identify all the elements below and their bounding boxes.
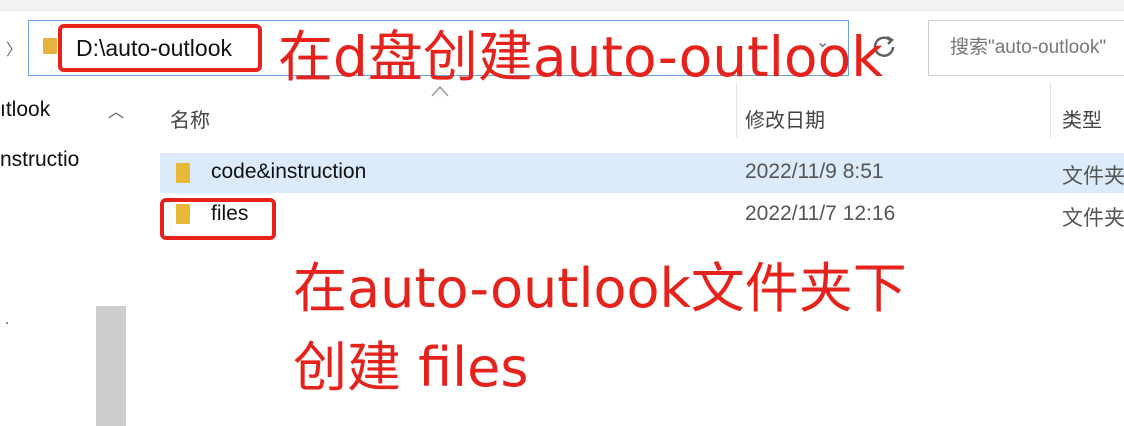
column-header-name[interactable]: 名称: [170, 104, 210, 133]
title-strip: [0, 0, 1124, 11]
file-name[interactable]: code&instruction: [211, 160, 366, 184]
file-modified: 2022/11/9 8:51: [745, 160, 884, 183]
file-row[interactable]: [160, 194, 1124, 234]
scrollbar-thumb[interactable]: [96, 306, 126, 426]
column-header-date[interactable]: 修改日期: [745, 104, 825, 133]
annotation-create-files: 创建 files: [293, 336, 529, 399]
column-header-type[interactable]: 类型: [1062, 104, 1102, 133]
nav-item-instruction[interactable]: nstructio: [0, 148, 96, 172]
folder-icon: [43, 38, 57, 54]
scroll-up-icon[interactable]: ︿: [108, 98, 124, 122]
column-divider[interactable]: [1050, 82, 1051, 138]
file-modified: 2022/11/7 12:16: [745, 202, 896, 225]
nav-item-outlook[interactable]: ıtlook: [0, 98, 50, 122]
back-chevron-icon[interactable]: 〉: [6, 36, 22, 59]
nav-divider-dot: [6, 322, 8, 324]
address-path[interactable]: D:\auto-outlook: [58, 24, 262, 72]
file-type: 文件夹: [1062, 165, 1124, 188]
folder-icon: [176, 163, 190, 183]
search-input[interactable]: 搜索"auto-outlook": [950, 30, 1124, 66]
annotation-create-folder: 在d盘创建auto-outlook: [278, 25, 884, 89]
file-type: 文件夹: [1062, 207, 1124, 230]
file-name[interactable]: files: [211, 202, 248, 226]
annotation-inside-folder: 在auto-outlook文件夹下: [293, 257, 907, 320]
